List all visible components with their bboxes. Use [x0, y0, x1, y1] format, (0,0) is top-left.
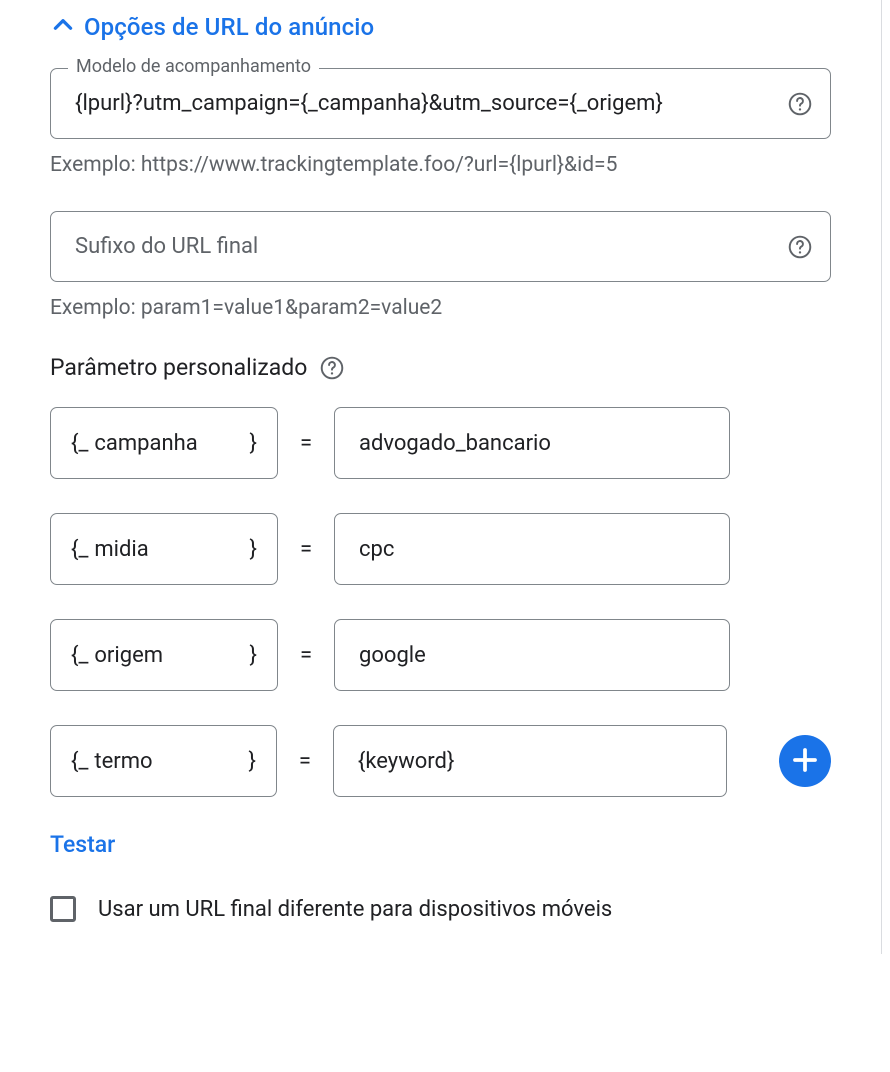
custom-param-value-input[interactable]	[334, 619, 730, 691]
tracking-template-input[interactable]	[50, 68, 831, 139]
custom-param-key-box: {_ }	[50, 725, 277, 797]
custom-param-key-input[interactable]	[94, 431, 243, 456]
help-icon[interactable]	[319, 355, 345, 381]
help-icon[interactable]	[787, 234, 813, 260]
checkbox-icon	[50, 896, 76, 922]
equals-sign: =	[298, 537, 314, 562]
param-prefix: {_	[71, 431, 88, 456]
param-prefix: {_	[71, 749, 88, 774]
tracking-template-example: Exemplo: https://www.trackingtemplate.fo…	[50, 153, 831, 177]
custom-param-value-input[interactable]	[334, 407, 730, 479]
custom-param-key-box: {_ }	[50, 619, 278, 691]
equals-sign: =	[298, 431, 314, 456]
chevron-up-icon	[50, 12, 76, 42]
param-suffix: }	[249, 749, 256, 774]
section-title: Opções de URL do anúncio	[84, 13, 374, 41]
custom-params-heading: Parâmetro personalizado	[50, 354, 307, 381]
param-suffix: }	[250, 431, 257, 456]
test-link[interactable]: Testar	[50, 831, 115, 858]
custom-param-row: {_ } =	[50, 725, 831, 797]
mobile-url-checkbox-label: Usar um URL final diferente para disposi…	[98, 897, 612, 922]
help-icon[interactable]	[787, 91, 813, 117]
custom-param-key-box: {_ }	[50, 407, 278, 479]
final-url-suffix-field	[50, 211, 831, 282]
custom-param-key-box: {_ }	[50, 513, 278, 585]
custom-param-row: {_ } =	[50, 407, 831, 479]
equals-sign: =	[298, 643, 314, 668]
section-content: Modelo de acompanhamento Exemplo: https:…	[0, 68, 881, 922]
custom-param-value-input[interactable]	[333, 725, 727, 797]
equals-sign: =	[297, 749, 313, 774]
custom-params-heading-row: Parâmetro personalizado	[50, 354, 831, 381]
add-param-button[interactable]	[779, 735, 831, 787]
custom-param-value-input[interactable]	[334, 513, 730, 585]
tracking-template-field: Modelo de acompanhamento	[50, 68, 831, 139]
param-suffix: }	[250, 537, 257, 562]
final-url-suffix-example: Exemplo: param1=value1&param2=value2	[50, 296, 831, 320]
param-prefix: {_	[71, 537, 88, 562]
tracking-template-label: Modelo de acompanhamento	[68, 58, 319, 76]
final-url-suffix-input[interactable]	[50, 211, 831, 282]
custom-param-key-input[interactable]	[94, 749, 242, 774]
custom-param-row: {_ } =	[50, 513, 831, 585]
param-prefix: {_	[71, 643, 88, 668]
custom-param-row: {_ } =	[50, 619, 831, 691]
param-suffix: }	[250, 643, 257, 668]
custom-param-key-input[interactable]	[94, 537, 243, 562]
section-header[interactable]: Opções de URL do anúncio	[0, 12, 881, 60]
custom-param-key-input[interactable]	[94, 643, 243, 668]
ad-url-options-panel: Opções de URL do anúncio Modelo de acomp…	[0, 0, 882, 954]
plus-icon	[790, 745, 820, 778]
mobile-url-checkbox-row[interactable]: Usar um URL final diferente para disposi…	[50, 896, 831, 922]
